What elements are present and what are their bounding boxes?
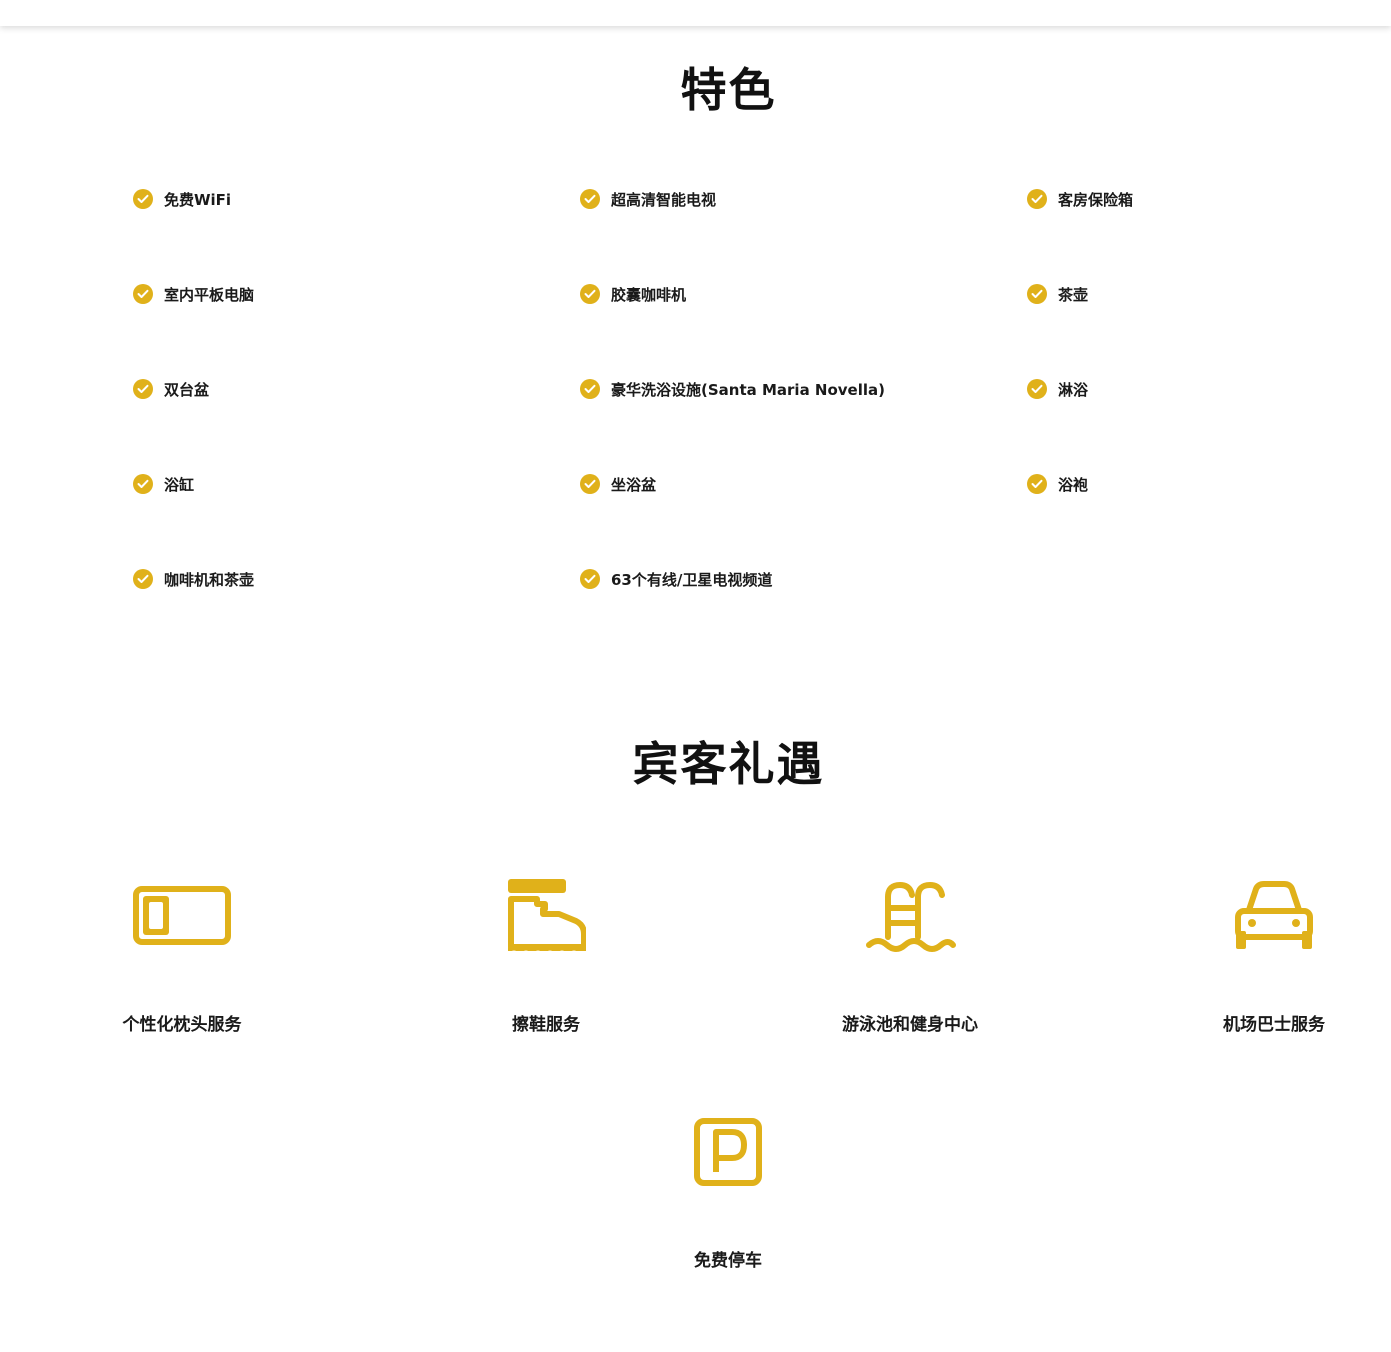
parking-icon [694,1118,762,1190]
feature-item: 茶壶 [1027,282,1088,306]
feature-label: 客房保险箱 [1058,190,1134,209]
feature-item: 咖啡机和茶壶 [133,567,254,591]
check-icon [580,189,600,209]
check-icon [133,284,153,304]
check-icon [580,284,600,304]
feature-label: 室内平板电脑 [164,285,255,304]
check-icon [1027,189,1047,209]
feature-item: 超高清智能电视 [580,187,716,211]
check-icon [133,474,153,494]
check-icon [1027,474,1047,494]
check-icon [580,474,600,494]
feature-item: 浴缸 [133,472,194,496]
feature-item: 浴袍 [1027,472,1088,496]
feature-item: 豪华洗浴设施(Santa Maria Novella) [580,377,885,401]
features-title: 特色 [680,63,777,117]
feature-label: 坐浴盆 [611,475,657,494]
feature-label: 胶囊咖啡机 [611,285,687,304]
feature-label: 浴缸 [164,475,195,494]
check-icon [133,569,153,589]
feature-label: 免费WiFi [164,190,232,209]
feature-label: 超高清智能电视 [611,190,717,209]
feature-label: 豪华洗浴设施(Santa Maria Novella) [611,380,885,399]
check-icon [1027,284,1047,304]
car-icon [1234,881,1314,957]
top-header-bar [0,0,1391,26]
perks-title: 宾客礼遇 [632,737,825,791]
shoe-icon [506,877,587,961]
feature-item: 胶囊咖啡机 [580,282,686,306]
pillow-icon [133,886,231,950]
check-icon [133,189,153,209]
check-icon [1027,379,1047,399]
feature-item: 63个有线/卫星电视频道 [580,567,772,591]
perk-label: 游泳池和健身中心 [842,1015,978,1035]
feature-label: 63个有线/卫星电视频道 [611,570,773,589]
pool-icon [866,881,956,957]
feature-label: 双台盆 [164,380,210,399]
check-icon [580,569,600,589]
feature-item: 双台盆 [133,377,209,401]
perk-label: 擦鞋服务 [512,1015,580,1035]
feature-item: 客房保险箱 [1027,187,1133,211]
feature-label: 咖啡机和茶壶 [164,570,255,589]
feature-item: 室内平板电脑 [133,282,254,306]
feature-item: 免费WiFi [133,187,231,211]
check-icon [580,379,600,399]
feature-item: 淋浴 [1027,377,1088,401]
feature-item: 坐浴盆 [580,472,656,496]
feature-label: 茶壶 [1058,285,1089,304]
feature-label: 淋浴 [1058,380,1089,399]
perk-label: 机场巴士服务 [1223,1015,1325,1035]
feature-label: 浴袍 [1058,475,1089,494]
perk-label: 免费停车 [694,1251,762,1271]
perk-label: 个性化枕头服务 [122,1015,242,1035]
check-icon [133,379,153,399]
